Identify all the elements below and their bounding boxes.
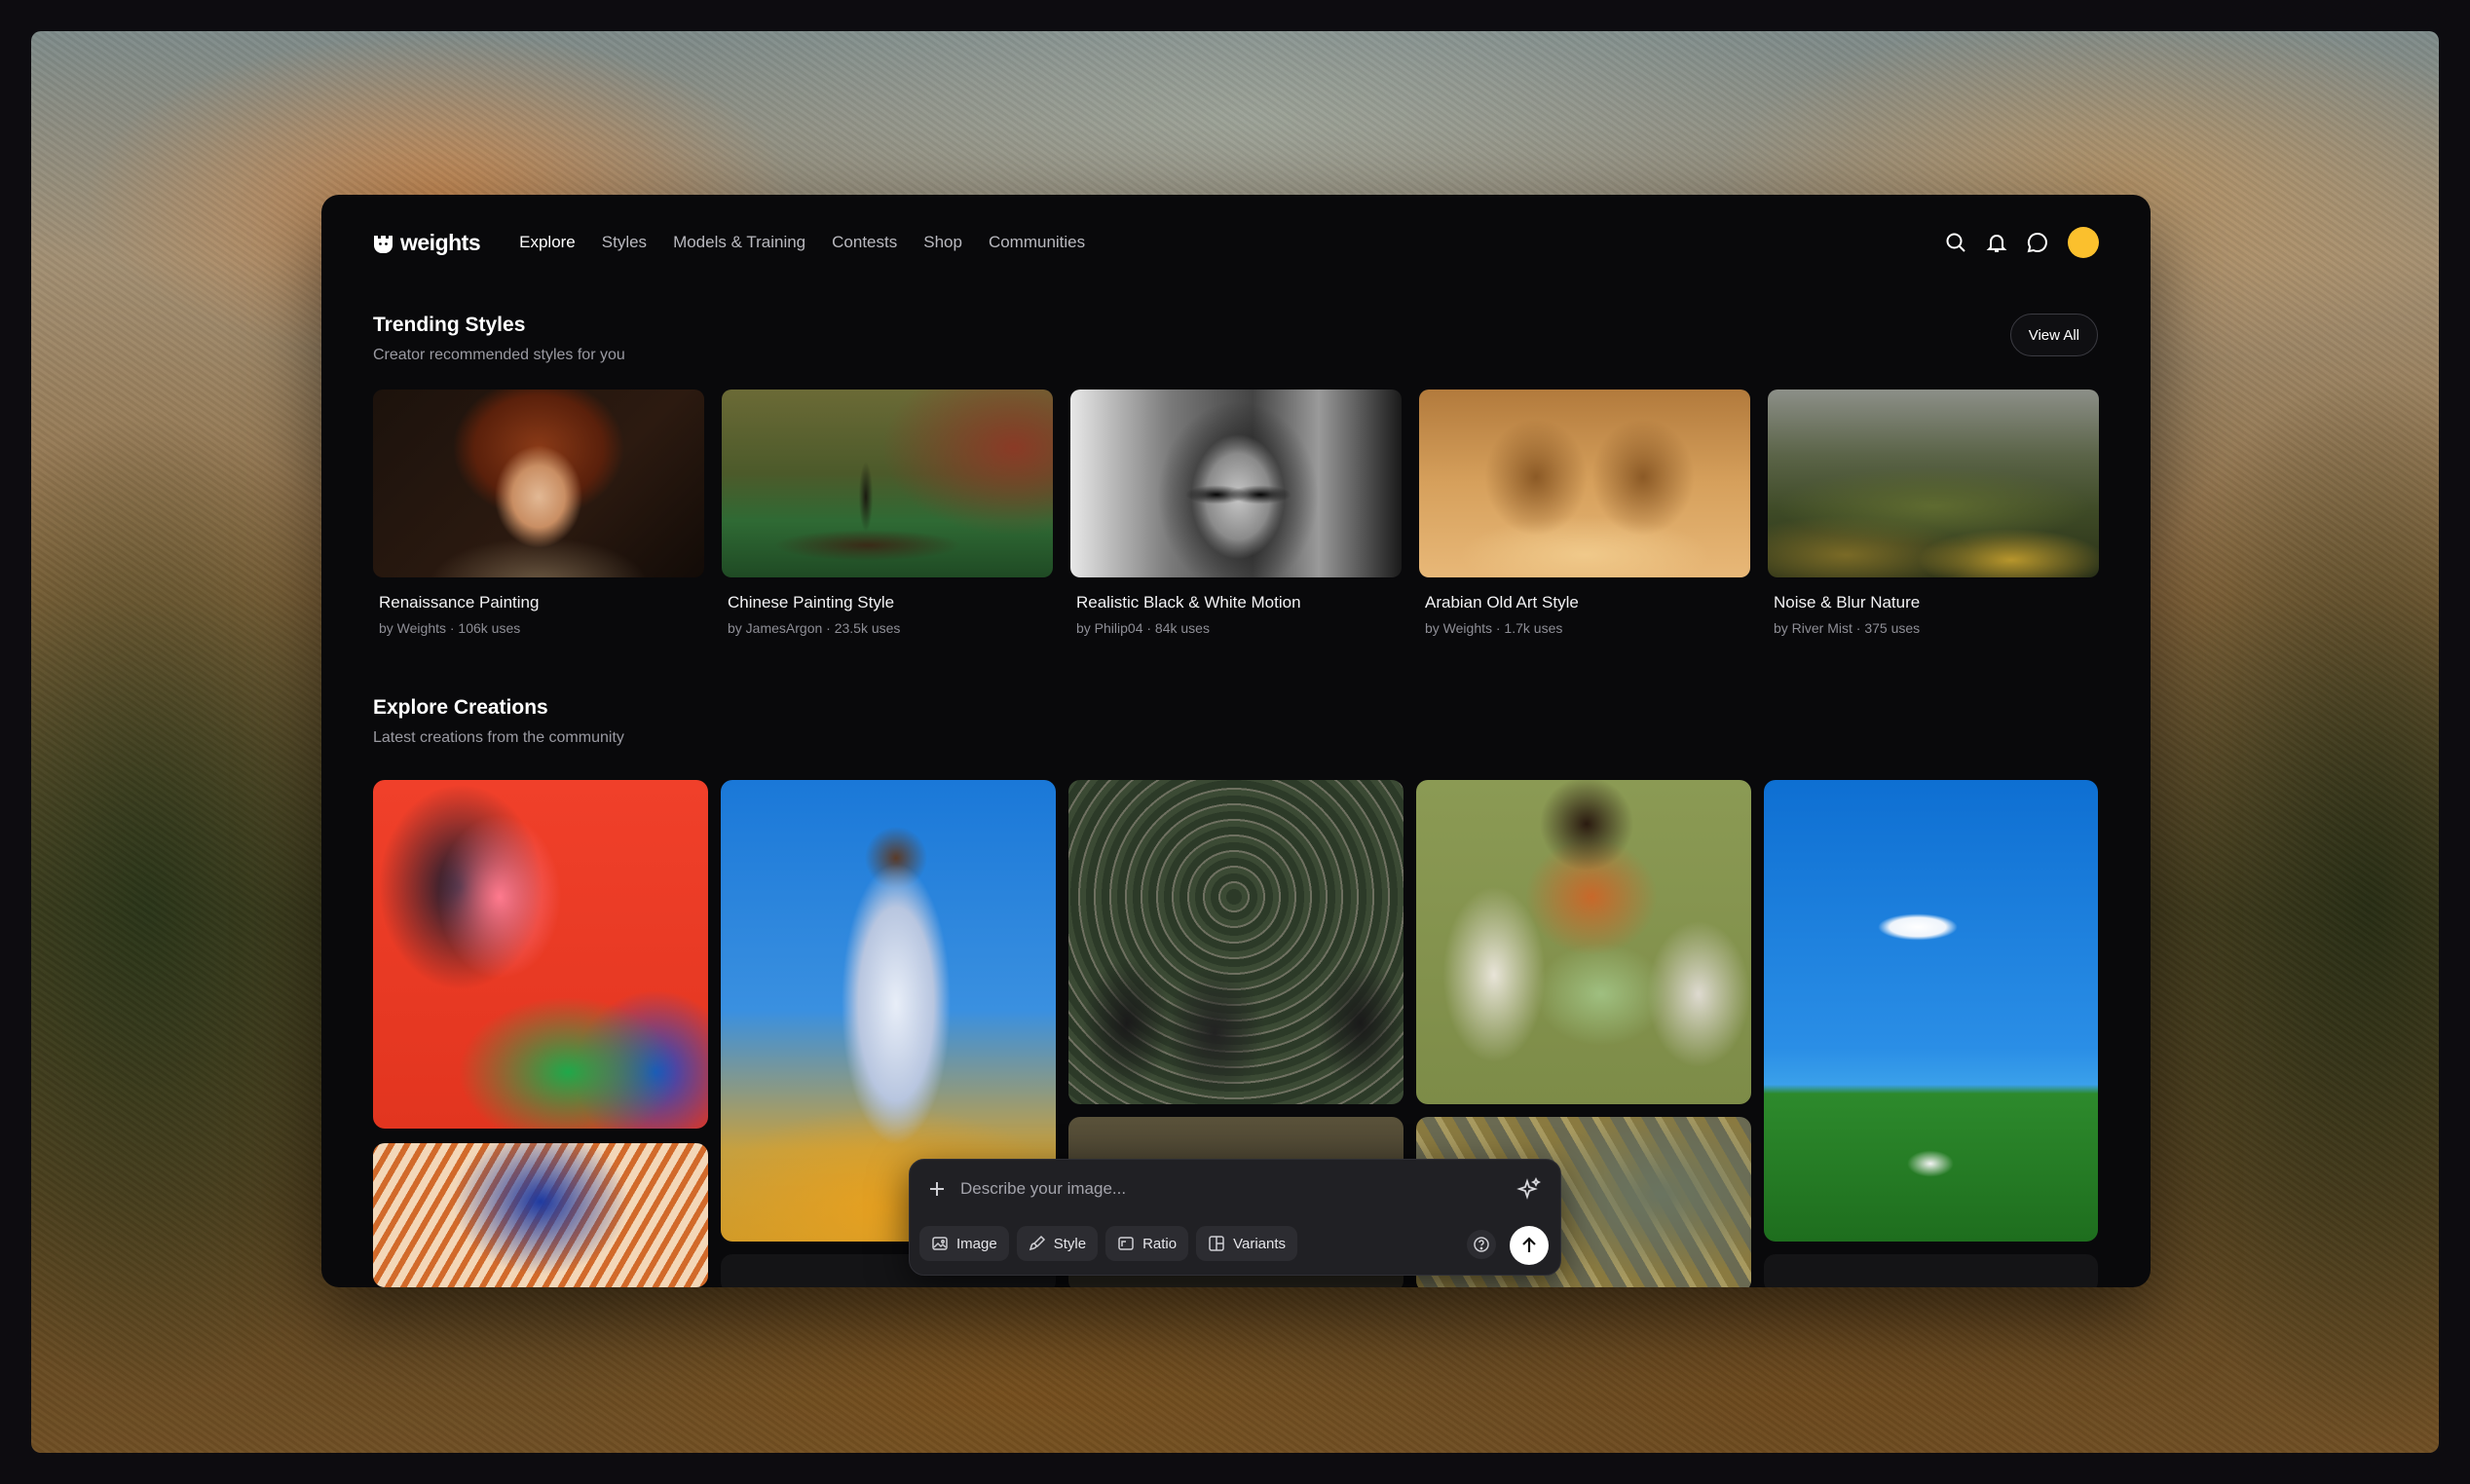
style-meta: by JamesArgon · 23.5k uses [728,620,901,636]
submit-button[interactable] [1510,1226,1549,1265]
search-icon [1946,233,1965,252]
style-card-arabian-old-art[interactable]: Arabian Old Art Style by Weights · 1.7k … [1419,390,1750,636]
nav-models-training[interactable]: Models & Training [673,233,805,252]
ratio-icon [1118,1237,1134,1250]
nav-explore[interactable]: Explore [519,233,576,252]
notifications-button[interactable] [1984,230,2009,255]
creation-tile[interactable] [373,1143,708,1287]
user-avatar[interactable] [2068,227,2099,258]
style-meta: by River Mist · 375 uses [1774,620,1921,636]
image-icon [932,1237,948,1250]
prompt-input[interactable] [960,1175,1486,1203]
style-card-noise-blur-nature[interactable]: Noise & Blur Nature by River Mist · 375 … [1768,390,2099,636]
bell-icon [1986,235,2007,252]
trending-styles-subtitle: Creator recommended styles for you [373,347,625,363]
style-card-black-white-motion[interactable]: Realistic Black & White Motion by Philip… [1070,390,1402,636]
weights-logo-icon [374,235,393,253]
style-card-renaissance[interactable]: Renaissance Painting by Weights · 106k u… [373,390,704,636]
style-name: Realistic Black & White Motion [1076,593,1301,612]
style-chip[interactable]: Style [1016,1226,1099,1261]
top-nav: weights Explore Styles Models & Training… [373,218,2099,267]
style-thumbnail [1419,390,1750,577]
creation-tile[interactable] [1764,780,2098,1242]
messages-button[interactable] [2025,230,2050,255]
style-meta: by Philip04 · 84k uses [1076,620,1210,636]
sparkle-icon[interactable] [1516,1176,1543,1204]
creation-tile[interactable] [1416,780,1751,1104]
ratio-chip[interactable]: Ratio [1105,1226,1189,1261]
brand-name: weights [400,229,481,255]
arrow-up-icon [1522,1237,1536,1252]
plus-icon[interactable] [925,1177,949,1201]
help-button[interactable] [1467,1230,1496,1259]
variants-chip[interactable]: Variants [1196,1226,1298,1261]
trending-styles-title: Trending Styles [373,314,526,336]
style-thumbnail [1768,390,2099,577]
creation-tile[interactable] [1764,1254,2098,1287]
variants-icon [1209,1236,1224,1251]
style-name: Chinese Painting Style [728,593,895,612]
brand-logo[interactable]: weights [373,229,481,256]
nav-shop[interactable]: Shop [923,233,962,252]
style-card-chinese-painting[interactable]: Chinese Painting Style by JamesArgon · 2… [722,390,1053,636]
chat-icon [2027,232,2047,253]
chip-label: Variants [1233,1235,1287,1252]
image-chip[interactable]: Image [919,1226,1009,1261]
nav-contests[interactable]: Contests [832,233,897,252]
style-thumbnail [722,390,1053,577]
creation-tile[interactable] [1068,780,1403,1104]
chip-label: Style [1053,1235,1087,1252]
style-name: Arabian Old Art Style [1425,593,1579,612]
chip-label: Image [956,1235,997,1252]
search-button[interactable] [1943,230,1968,255]
app-window: weights Explore Styles Models & Training… [321,195,2151,1287]
style-name: Renaissance Painting [379,593,540,612]
question-icon [1474,1237,1489,1252]
nav-communities[interactable]: Communities [989,233,1085,252]
chip-label: Ratio [1142,1235,1178,1252]
style-name: Noise & Blur Nature [1774,593,1921,612]
explore-creations-title: Explore Creations [373,696,548,719]
explore-creations-subtitle: Latest creations from the community [373,729,624,746]
style-thumbnail [1070,390,1402,577]
view-all-button[interactable]: View All [2009,314,2098,356]
creation-tile[interactable] [373,780,708,1129]
nav-styles[interactable]: Styles [602,233,647,252]
style-thumbnail [373,390,704,577]
trending-styles-row: Renaissance Painting by Weights · 106k u… [373,390,2099,636]
style-meta: by Weights · 1.7k uses [1425,620,1563,636]
prompt-bar: Image Style Ratio Variants [909,1159,1561,1276]
style-meta: by Weights · 106k uses [379,620,521,636]
brush-icon [1029,1235,1045,1251]
